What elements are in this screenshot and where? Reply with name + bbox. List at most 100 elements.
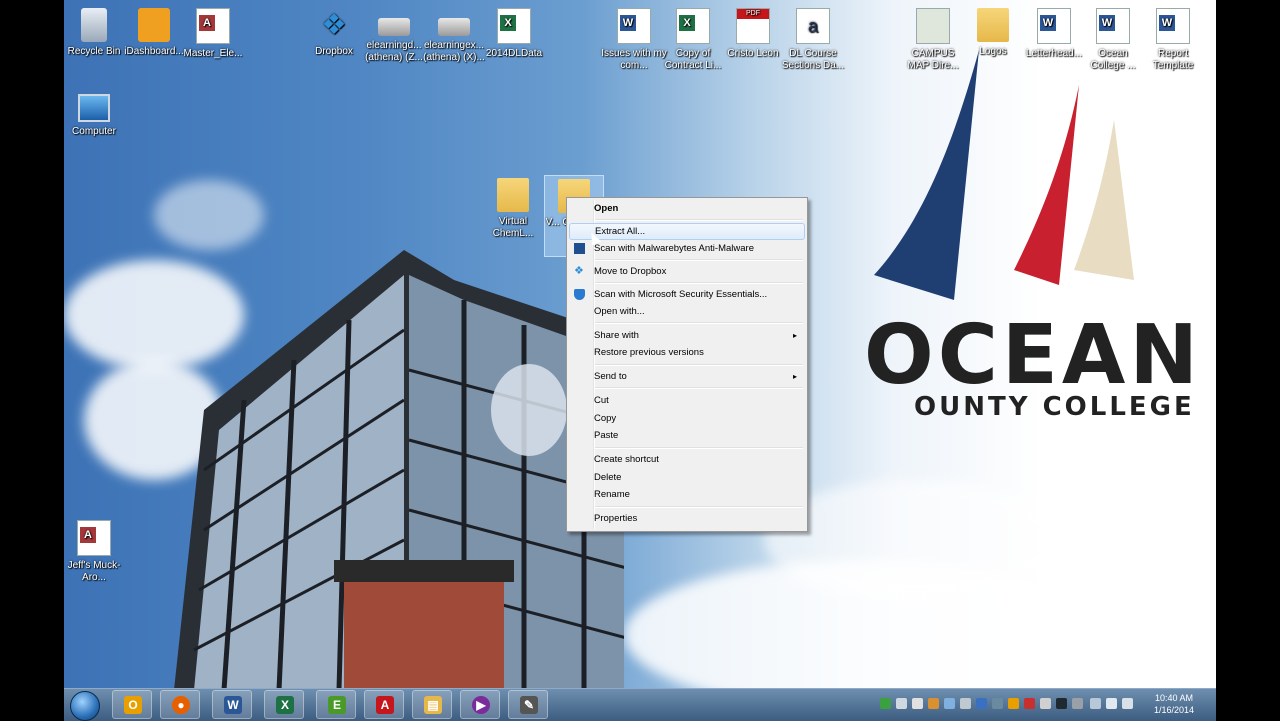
taskbar-app-acrobat[interactable]: A (364, 690, 404, 719)
tray-icon[interactable] (992, 698, 1003, 709)
taskbar-app-evernote[interactable]: E (316, 690, 356, 719)
desktop-icon-cristo-leon[interactable]: Cristo Leon (720, 8, 786, 60)
menu-item-properties[interactable]: Properties (569, 510, 805, 527)
folder-icon (497, 178, 529, 212)
desktop-icon-jeffs-muck[interactable]: Jeff's Muck-Aro... (64, 520, 127, 584)
tray-icon[interactable] (1056, 698, 1067, 709)
taskbar-clock[interactable]: 10:40 AM 1/16/2014 (1146, 692, 1202, 716)
menu-separator (595, 364, 803, 366)
evernote-icon: E (328, 696, 346, 714)
desktop-icon-dropbox[interactable]: ❖ Dropbox (301, 8, 367, 58)
word-file-icon (1156, 8, 1190, 44)
tray-icon[interactable] (1072, 698, 1083, 709)
network-drive-icon (438, 18, 470, 36)
dropbox-icon: ❖ (321, 9, 347, 40)
desktop-icon-issues[interactable]: Issues with my com... (601, 8, 667, 72)
menu-item-copy[interactable]: Copy (569, 410, 805, 427)
menu-separator (595, 322, 803, 324)
desktop-icon-contract[interactable]: Copy of Contract Li... (660, 8, 726, 72)
desktop-icon-letterhead[interactable]: Letterhead... (1021, 8, 1087, 60)
desktop-icon-recycle-bin[interactable]: Recycle Bin (64, 8, 127, 58)
dropbox-icon: ❖ (574, 265, 584, 277)
word-file-icon (1037, 8, 1071, 44)
access-file-icon (77, 520, 111, 556)
desktop-icon-logos[interactable]: Logos (960, 8, 1026, 58)
menu-separator (595, 387, 803, 389)
brand-county-college: OUNTY COLLEGE (914, 392, 1195, 422)
menu-item-extract-all[interactable]: Extract All... (569, 223, 805, 240)
tray-icon[interactable] (1040, 698, 1051, 709)
tray-icon[interactable] (944, 698, 955, 709)
excel-icon: X (276, 696, 294, 714)
clock-time: 10:40 AM (1154, 693, 1194, 703)
menu-separator (595, 259, 803, 261)
desktop-icon-idashboard[interactable]: iDashboard... (121, 8, 187, 58)
flag-icon[interactable] (1106, 698, 1117, 709)
desktop-icon-elearningd[interactable]: elearningd... (athena) (Z... (361, 8, 427, 64)
taskbar-app-tool[interactable]: ✎ (508, 690, 548, 719)
taskbar-app-outlook[interactable]: O (112, 690, 152, 719)
text-file-icon: a (796, 8, 830, 44)
pdf-file-icon (736, 8, 770, 44)
desktop-icon-campus-map[interactable]: CAMPUS MAP Dire... (900, 8, 966, 72)
tray-icon[interactable] (976, 698, 987, 709)
menu-item-move-to-dropbox[interactable]: ❖ Move to Dropbox (569, 263, 805, 280)
menu-separator (595, 506, 803, 508)
taskbar-app-explorer[interactable]: ▤ (412, 690, 452, 719)
letterbox-left (0, 0, 64, 720)
menu-item-cut[interactable]: Cut (569, 392, 805, 409)
image-file-icon (916, 8, 950, 44)
excel-file-icon (676, 8, 710, 44)
building-image (174, 250, 624, 690)
tray-icon[interactable] (960, 698, 971, 709)
taskbar-app-word[interactable]: W (212, 690, 252, 719)
menu-item-scan-malwarebytes[interactable]: Scan with Malwarebytes Anti-Malware (569, 240, 805, 257)
dashboard-icon (138, 8, 170, 42)
menu-item-share-with[interactable]: Share with ▸ (569, 327, 805, 344)
context-menu: Open Extract All... Scan with Malwarebyt… (566, 197, 808, 532)
tray-icon[interactable] (1024, 698, 1035, 709)
word-icon: W (224, 696, 242, 714)
menu-item-delete[interactable]: Delete (569, 469, 805, 486)
network-icon[interactable] (1090, 698, 1101, 709)
media-player-icon: ▶ (472, 696, 490, 714)
desktop-icon-computer[interactable]: Computer (64, 94, 127, 138)
desktop-icon-report-template[interactable]: Report Template (1140, 8, 1206, 72)
malwarebytes-icon (574, 243, 585, 254)
excel-file-icon (497, 8, 531, 44)
tray-icon[interactable] (912, 698, 923, 709)
taskbar-app-media[interactable]: ▶ (460, 690, 500, 719)
start-button[interactable] (70, 691, 100, 721)
folder-icon: ▤ (424, 696, 442, 714)
menu-separator (595, 282, 803, 284)
menu-item-create-shortcut[interactable]: Create shortcut (569, 451, 805, 468)
tray-icon[interactable] (896, 698, 907, 709)
desktop-icon-dl-course[interactable]: a DL Course Sections Da... (780, 8, 846, 72)
firefox-icon: ● (172, 696, 190, 714)
menu-item-open-with[interactable]: Open with... (569, 303, 805, 320)
desktop-icon-elearningex[interactable]: elearningex... (athena) (X)... (421, 8, 487, 64)
desktop-icon-master-ele[interactable]: Master_Ele... (180, 8, 246, 60)
ocean-college-logo (874, 50, 1134, 300)
menu-item-open[interactable]: Open (569, 200, 805, 217)
clock-date: 1/16/2014 (1153, 705, 1195, 715)
volume-icon[interactable] (1122, 698, 1133, 709)
menu-item-send-to[interactable]: Send to ▸ (569, 368, 805, 385)
desktop-icon-ocean-college[interactable]: Ocean College ... (1080, 8, 1146, 72)
taskbar-app-excel[interactable]: X (264, 690, 304, 719)
menu-item-paste[interactable]: Paste (569, 427, 805, 444)
menu-item-restore-previous[interactable]: Restore previous versions (569, 344, 805, 361)
tray-icon[interactable] (880, 698, 891, 709)
access-file-icon (196, 8, 230, 44)
computer-icon (78, 94, 110, 122)
desktop-icon-2014dldata[interactable]: 2014DLData (481, 8, 547, 60)
menu-item-scan-mse[interactable]: Scan with Microsoft Security Essentials.… (569, 286, 805, 303)
tray-icon[interactable] (1008, 698, 1019, 709)
taskbar-app-firefox[interactable]: ● (160, 690, 200, 719)
menu-separator (595, 447, 803, 449)
submenu-arrow-icon: ▸ (792, 372, 797, 381)
desktop-icon-virtual-cheml[interactable]: Virtual ChemL... (480, 178, 546, 240)
menu-item-rename[interactable]: Rename (569, 486, 805, 503)
letterbox-right (1216, 0, 1280, 720)
tray-icon[interactable] (928, 698, 939, 709)
